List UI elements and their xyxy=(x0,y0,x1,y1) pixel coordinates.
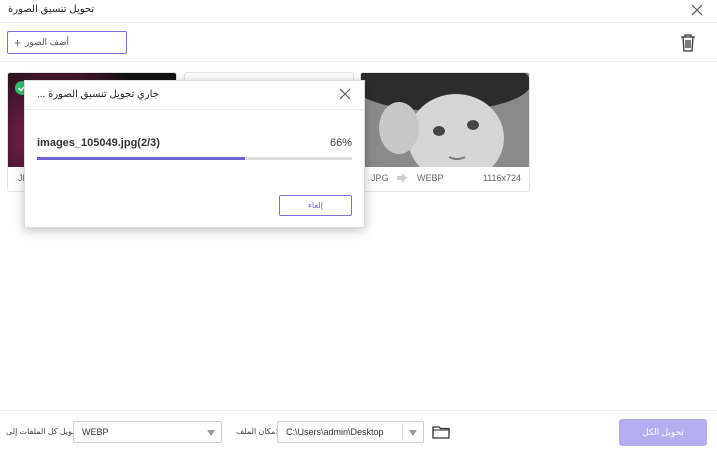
image-card[interactable]: JPG WEBP 1116x724 xyxy=(360,72,530,192)
target-format: WEBP xyxy=(417,173,444,183)
progress-percent: 66% xyxy=(329,137,352,149)
toolbar: + أضف الصور xyxy=(0,22,717,62)
image-thumbnail xyxy=(361,73,529,182)
arrow-right-icon xyxy=(397,173,407,183)
plus-icon: + xyxy=(14,35,22,50)
conversion-progress-dialog: جاري تحويل تنسيق الصورة ... images_10504… xyxy=(24,80,365,228)
footer: تحويل كل الملفات إلى: WEBP مكان الملف: C… xyxy=(0,410,717,450)
chevron-down-icon xyxy=(207,430,215,436)
output-format-select[interactable]: WEBP xyxy=(73,421,222,443)
current-file-name: images_105049.jpg(2/3) xyxy=(37,137,160,149)
output-format-value: WEBP xyxy=(82,427,109,437)
convert-all-to-label: تحويل كل الملفات إلى: xyxy=(6,427,82,436)
window-title: تحويل تنسيق الصورة xyxy=(8,4,95,15)
add-images-label: أضف الصور xyxy=(25,37,70,47)
chevron-down-icon xyxy=(409,430,417,436)
close-icon[interactable] xyxy=(339,88,351,100)
progress-bar xyxy=(37,157,352,160)
dropdown-separator xyxy=(402,425,403,439)
cancel-button[interactable]: إلغاء xyxy=(279,195,352,216)
card-meta: JPG WEBP 1116x724 xyxy=(361,165,529,191)
progress-bar-fill xyxy=(37,157,245,160)
divider xyxy=(25,109,364,110)
output-path-select[interactable]: C:\Users\admin\Desktop xyxy=(277,421,424,443)
file-location-label: مكان الملف: xyxy=(236,427,278,436)
convert-all-button[interactable]: تحويل الكل xyxy=(619,419,707,446)
output-path-value: C:\Users\admin\Desktop xyxy=(286,427,384,437)
image-dimensions: 1116x724 xyxy=(482,173,521,183)
trash-icon[interactable] xyxy=(679,33,697,53)
add-images-button[interactable]: + أضف الصور xyxy=(7,31,127,54)
folder-icon[interactable] xyxy=(432,425,450,439)
title-bar: تحويل تنسيق الصورة xyxy=(0,0,717,22)
close-icon[interactable] xyxy=(689,2,705,18)
dialog-title: جاري تحويل تنسيق الصورة ... xyxy=(37,89,159,100)
source-format: JPG xyxy=(371,173,389,183)
